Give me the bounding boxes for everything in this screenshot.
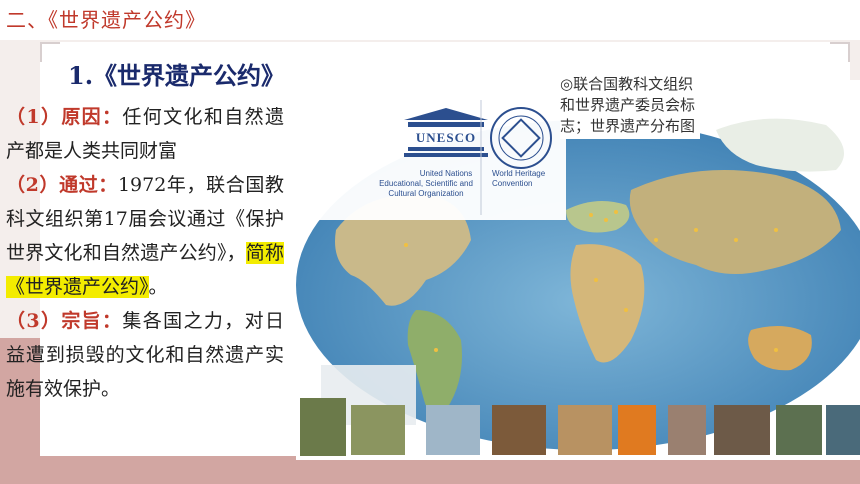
section-title: 1.《世界遗产公约》	[68, 61, 286, 90]
point-text-tail: 。	[148, 276, 168, 298]
page-header-title: 二、《世界遗产公约》	[6, 8, 206, 32]
whc-line-2: Convention	[492, 179, 532, 188]
unesco-line-1: United Nations	[420, 169, 472, 178]
unesco-line-3: Cultural Organization	[388, 189, 463, 198]
photo-thumbnail	[714, 405, 770, 455]
point-label: （1）原因：	[6, 106, 123, 128]
photo-thumbnail	[300, 398, 346, 456]
photo-thumbnail	[618, 405, 656, 455]
map-caption: ◎联合国教科文组织和世界遗产委员会标志；世界遗产分布图	[560, 72, 700, 139]
photo-thumbnail	[426, 405, 480, 455]
photo-thumbnail	[558, 405, 612, 455]
card-corner-decoration	[830, 42, 850, 62]
photo-thumbnail	[668, 405, 706, 455]
photo-strip	[300, 398, 860, 456]
point-label: （3）宗旨：	[6, 310, 123, 332]
unesco-word: UNESCO	[416, 130, 476, 145]
photo-thumbnail	[826, 405, 860, 455]
photo-thumbnail	[492, 405, 546, 455]
unesco-line-2: Educational, Scientific and	[379, 179, 473, 188]
point-label: （2）通过：	[6, 174, 118, 196]
card-corner-decoration	[40, 42, 60, 62]
body-text: （1）原因：任何文化和自然遗产都是人类共同财富 （2）通过：1972年，联合国教…	[6, 100, 284, 406]
whc-line-1: World Heritage	[492, 169, 546, 178]
photo-thumbnail	[776, 405, 822, 455]
photo-thumbnail	[351, 405, 405, 455]
